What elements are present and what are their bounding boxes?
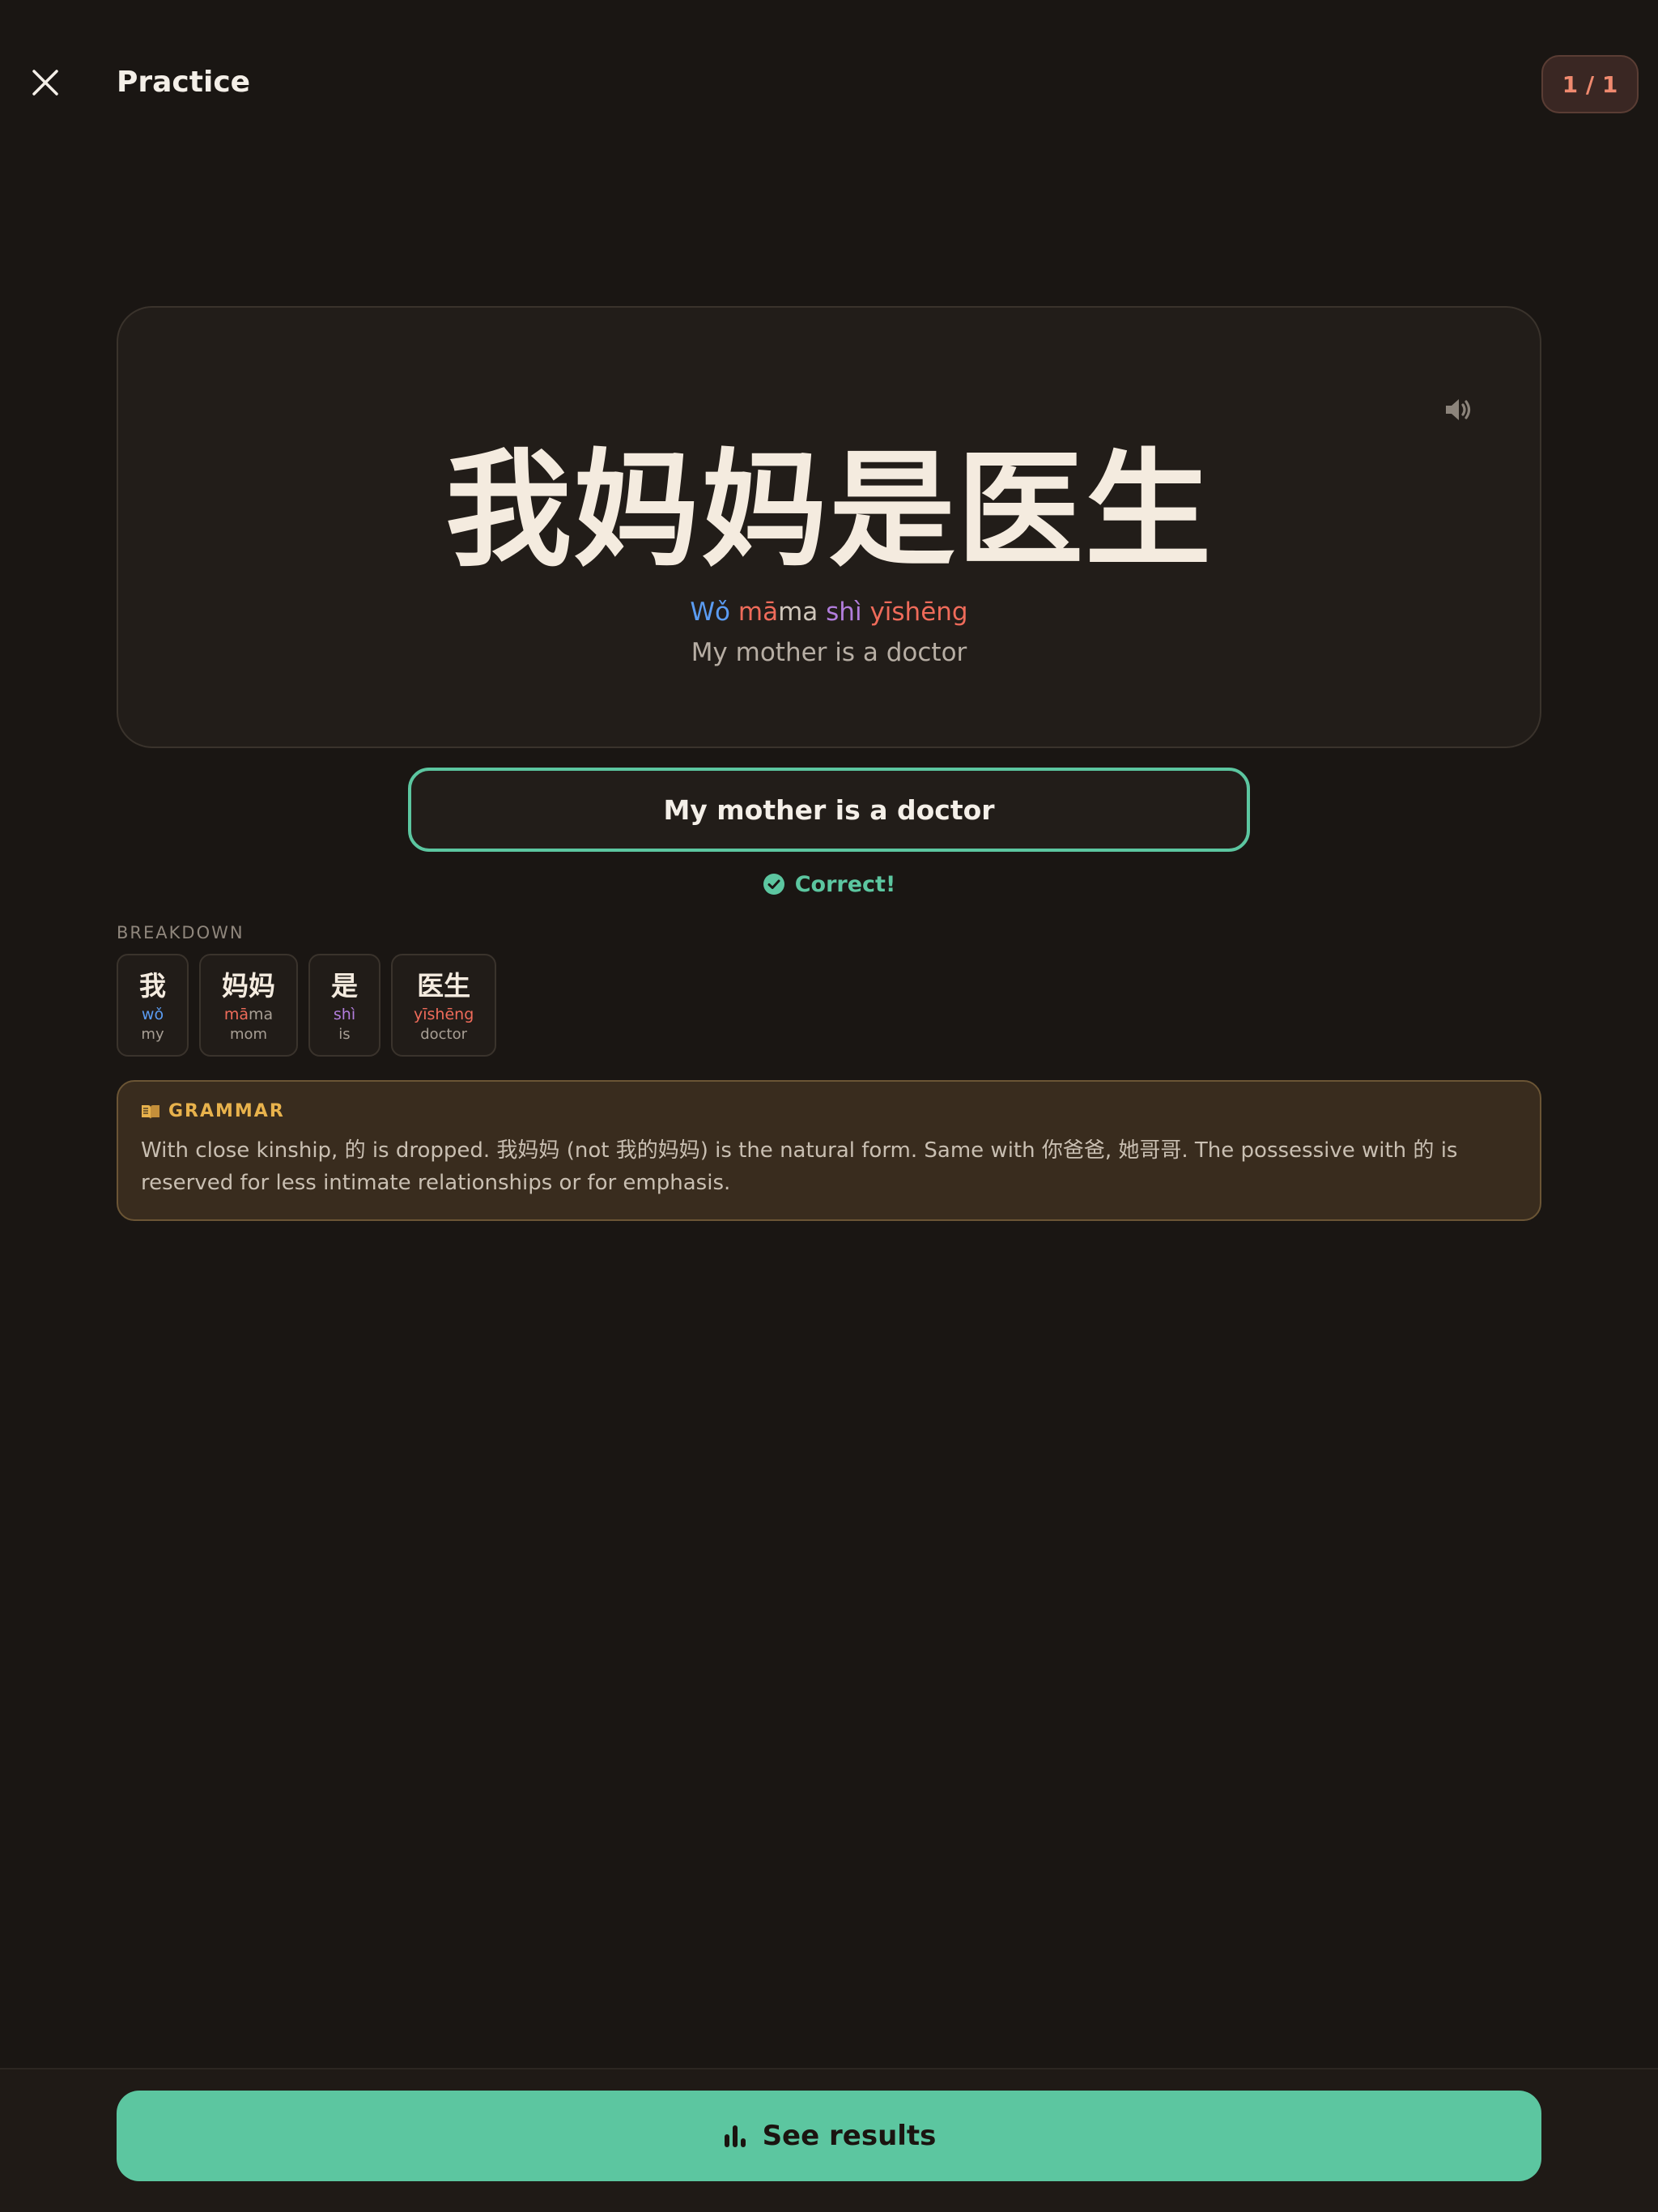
progress-badge: 1 / 1 xyxy=(1541,55,1639,113)
feedback-text: Correct! xyxy=(794,871,896,897)
chip-gloss: mom xyxy=(229,1026,268,1043)
check-circle-icon xyxy=(763,874,784,895)
chip-gloss: doctor xyxy=(420,1026,468,1043)
sentence-card: 我妈妈是医生 Wǒ māma shì yīshēng My mother is … xyxy=(117,306,1541,748)
chip-pinyin: wǒ xyxy=(142,1004,164,1025)
breakdown-chip[interactable]: 医生 yīshēng doctor xyxy=(391,954,497,1057)
chip-gloss: is xyxy=(338,1026,351,1043)
chip-hanzi: 医生 xyxy=(417,970,471,1002)
page-title: Practice xyxy=(117,66,251,99)
pinyin-segment xyxy=(730,598,738,627)
close-icon xyxy=(32,70,58,96)
chip-pinyin: māma xyxy=(224,1004,273,1025)
breakdown-chip[interactable]: 是 shì is xyxy=(308,954,380,1057)
breakdown-label: BREAKDOWN xyxy=(117,923,244,942)
pinyin-segment: ma xyxy=(778,598,818,627)
see-results-label: See results xyxy=(762,2120,937,2152)
chip-pinyin: yīshēng xyxy=(414,1004,474,1025)
sentence-pinyin: Wǒ māma shì yīshēng xyxy=(118,596,1540,628)
pinyin-segment: shì xyxy=(333,1006,356,1023)
pinyin-segment: ma xyxy=(249,1006,274,1023)
grammar-note: GRAMMAR With close kinship, 的 is dropped… xyxy=(117,1080,1541,1221)
bar-chart-icon xyxy=(724,2125,746,2147)
pinyin-segment: yīshēng xyxy=(414,1006,474,1023)
play-audio-button[interactable] xyxy=(1438,389,1480,431)
breakdown-chip[interactable]: 我 wǒ my xyxy=(117,954,189,1057)
sentence-translation: My mother is a doctor xyxy=(691,638,967,667)
grammar-text: With close kinship, 的 is dropped. 我妈妈 (n… xyxy=(141,1138,1458,1195)
grammar-header: GRAMMAR xyxy=(141,1101,1517,1121)
pinyin-segment: mā xyxy=(223,1006,249,1023)
header: Practice 1 / 1 xyxy=(0,0,1658,170)
pinyin-segment: wǒ xyxy=(141,1006,164,1023)
pinyin-segment: mā xyxy=(738,598,779,627)
practice-screen: Practice 1 / 1 我妈妈是医生 Wǒ māma shì yīshēn… xyxy=(0,0,1658,2212)
breakdown-chip[interactable]: 妈妈 māma mom xyxy=(199,954,298,1057)
pinyin-segment xyxy=(818,598,826,627)
chip-hanzi: 我 xyxy=(139,970,166,1002)
chip-hanzi: 是 xyxy=(331,970,358,1002)
chip-hanzi: 妈妈 xyxy=(222,970,275,1002)
answer-field[interactable]: My mother is a doctor xyxy=(408,768,1250,852)
feedback-message: Correct! xyxy=(0,870,1658,899)
chip-gloss: my xyxy=(141,1026,164,1043)
breakdown-list: 我 wǒ my 妈妈 māma mom 是 shì is 医生 yīshēng doctor xyxy=(117,954,497,1057)
pinyin-segment xyxy=(862,598,870,627)
book-icon xyxy=(142,1104,159,1119)
grammar-label: GRAMMAR xyxy=(168,1101,285,1121)
speaker-icon xyxy=(1446,399,1471,420)
sentence-hanzi: 我妈妈是医生 xyxy=(445,436,1213,584)
pinyin-segment: Wǒ xyxy=(690,598,731,627)
pinyin-segment: yīshēng xyxy=(869,598,968,627)
pinyin-segment: shì xyxy=(826,598,862,627)
footer: See results xyxy=(0,2068,1658,2212)
see-results-button[interactable]: See results xyxy=(117,2091,1541,2181)
close-button[interactable] xyxy=(24,62,66,104)
chip-pinyin: shì xyxy=(334,1004,355,1025)
